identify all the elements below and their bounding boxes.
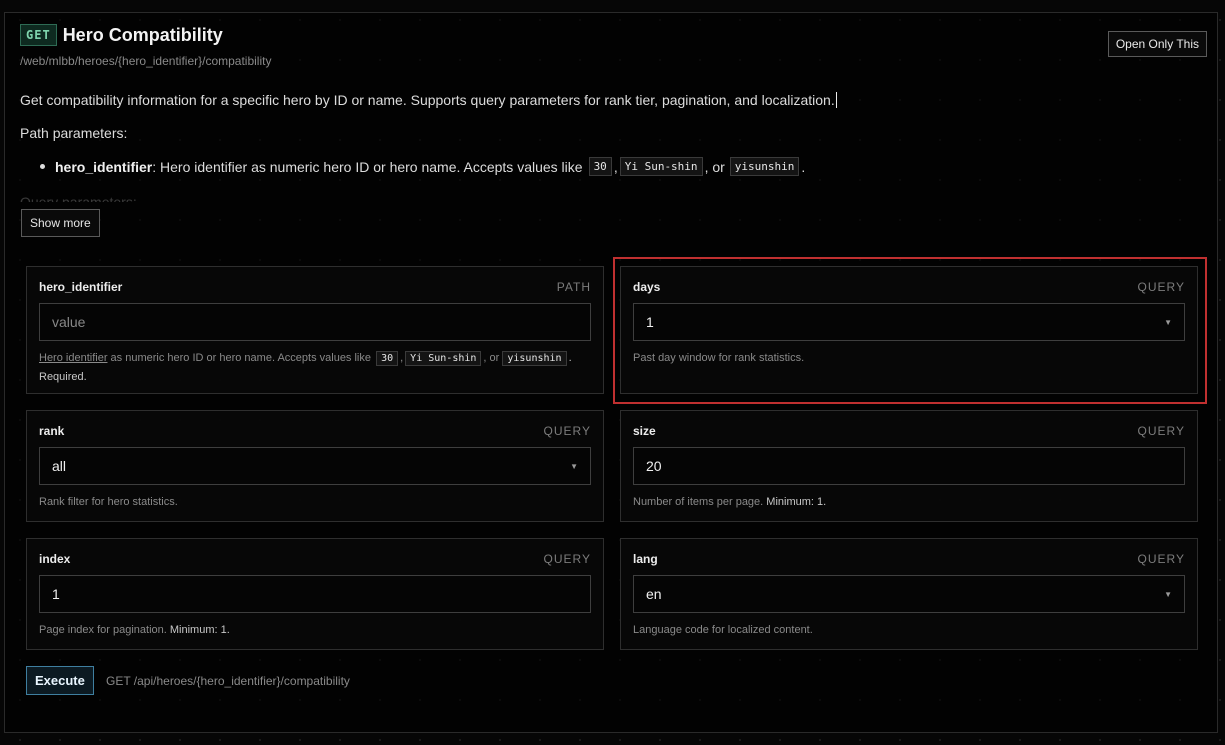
execute-request-path: GET /api/heroes/{hero_identifier}/compat… xyxy=(106,674,350,688)
example-code: 30 xyxy=(588,157,612,176)
hero-identifier-input[interactable] xyxy=(39,303,591,341)
bullet-icon xyxy=(40,164,45,169)
param-name: index xyxy=(39,552,71,566)
param-card-index: index QUERY 1 Page index for pagination.… xyxy=(26,538,604,650)
param-location: QUERY xyxy=(1137,424,1185,438)
param-card-rank: rank QUERY all ▼ Rank filter for hero sta… xyxy=(26,410,604,522)
example-code: yisunshin xyxy=(502,351,567,366)
param-card-hero-identifier: hero_identifier PATH Hero identifier as … xyxy=(26,266,604,394)
param-name: lang xyxy=(633,552,658,566)
path-param-name: hero_identifier xyxy=(55,158,153,175)
param-help: Rank filter for hero statistics. xyxy=(39,496,178,508)
show-more-button[interactable]: Show more xyxy=(21,209,100,237)
size-input[interactable]: 20 xyxy=(633,447,1185,485)
param-card-size: size QUERY 20 Number of items per page. … xyxy=(620,410,1198,522)
example-code: yisunshin xyxy=(729,157,800,176)
param-help: Number of items per page. Minimum: 1. xyxy=(633,496,827,508)
method-badge: GET xyxy=(20,24,57,46)
path-params-heading: Path parameters: xyxy=(20,125,128,141)
param-help: Language code for localized content. xyxy=(633,624,813,636)
example-code: Yi Sun-shin xyxy=(405,351,482,366)
endpoint-title: Hero Compatibility xyxy=(62,24,223,45)
param-location: QUERY xyxy=(543,424,591,438)
example-code: 30 xyxy=(376,351,399,366)
param-name: size xyxy=(633,424,656,438)
param-location: QUERY xyxy=(1137,552,1185,566)
highlight-box xyxy=(613,257,1207,404)
faded-query-params-heading: Query parameters: xyxy=(20,194,137,202)
dropdown-caret-icon: ▼ xyxy=(1164,589,1172,599)
endpoint-path: /web/mlbb/heroes/{hero_identifier}/compa… xyxy=(20,54,272,68)
dropdown-caret-icon: ▼ xyxy=(570,461,578,471)
text-cursor xyxy=(835,92,837,108)
param-location: PATH xyxy=(556,280,591,294)
param-help: Hero identifier as numeric hero ID or he… xyxy=(39,351,572,383)
path-param-list-item: hero_identifier : Hero identifier as num… xyxy=(40,157,805,176)
rank-select[interactable]: all ▼ xyxy=(39,447,591,485)
param-name: rank xyxy=(39,424,65,438)
param-name: hero_identifier xyxy=(39,280,123,294)
endpoint-header: GET Hero Compatibility xyxy=(20,24,223,46)
open-only-this-button[interactable]: Open Only This xyxy=(1107,31,1207,57)
param-location: QUERY xyxy=(543,552,591,566)
execute-button[interactable]: Execute xyxy=(26,666,94,695)
endpoint-description: Get compatibility information for a spec… xyxy=(20,92,837,108)
lang-select[interactable]: en ▼ xyxy=(633,575,1185,613)
example-code: Yi Sun-shin xyxy=(619,157,703,176)
index-input[interactable]: 1 xyxy=(39,575,591,613)
path-param-text: : Hero identifier as numeric hero ID or … xyxy=(152,158,583,175)
param-help: Page index for pagination. Minimum: 1. xyxy=(39,624,230,636)
param-card-lang: lang QUERY en ▼ Language code for localiz… xyxy=(620,538,1198,650)
